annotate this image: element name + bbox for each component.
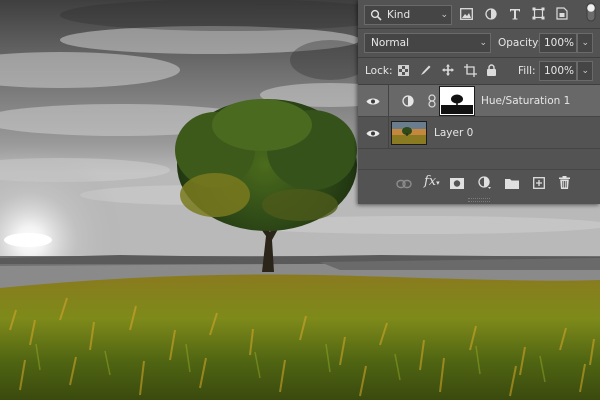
adjustment-layer-icon xyxy=(402,95,414,107)
lock-all-icon[interactable] xyxy=(486,64,497,76)
fill-slider-toggle[interactable]: ⌄ xyxy=(577,61,593,81)
search-icon xyxy=(370,9,382,21)
lock-artboard-icon[interactable] xyxy=(464,64,477,77)
add-mask-icon[interactable] xyxy=(450,178,464,189)
layer-row-layer-0[interactable]: Layer 0 xyxy=(358,117,600,149)
lock-transparent-pixels-icon[interactable] xyxy=(398,65,409,76)
fill-label: Fill: xyxy=(518,65,536,77)
fill-value: 100% xyxy=(544,65,575,77)
resize-grip[interactable] xyxy=(468,198,490,202)
filter-toggle-switch[interactable] xyxy=(582,0,600,26)
lock-image-pixels-icon[interactable] xyxy=(420,64,432,76)
mask-link-icon[interactable] xyxy=(428,94,436,108)
filter-shape-layers-icon[interactable] xyxy=(532,7,545,20)
blend-mode-dropdown[interactable]: Normal ⌄ xyxy=(364,33,491,53)
opacity-field[interactable]: 100% xyxy=(539,33,577,53)
filter-row: Kind ⌄ xyxy=(358,0,600,28)
opacity-label: Opacity: xyxy=(498,37,542,49)
blend-row: Normal ⌄ Opacity: 100% ⌄ xyxy=(358,29,600,57)
lock-position-icon[interactable] xyxy=(442,64,454,76)
chevron-down-icon: ⌄ xyxy=(581,38,589,48)
lock-label: Lock: xyxy=(365,65,393,77)
link-icon[interactable] xyxy=(396,179,412,189)
layer-name: Layer 0 xyxy=(434,127,474,139)
eye-icon xyxy=(366,98,380,105)
layer-row-hue-saturation[interactable]: Hue/Saturation 1 xyxy=(358,85,600,117)
delete-icon[interactable] xyxy=(559,176,570,189)
layers-panel: Kind ⌄ Normal ⌄ Opacity: 100% ⌄ Lock: Fi… xyxy=(358,0,600,204)
fx-icon[interactable]: fx▾ xyxy=(424,175,440,190)
eye-icon xyxy=(366,130,380,137)
layer-thumbnail[interactable] xyxy=(392,122,426,144)
opacity-value: 100% xyxy=(544,37,575,49)
filter-pixel-layers-icon[interactable] xyxy=(460,8,473,20)
visibility-toggle[interactable] xyxy=(358,85,389,117)
filter-adjustment-layers-icon[interactable] xyxy=(485,8,497,20)
visibility-toggle[interactable] xyxy=(358,117,389,149)
chevron-down-icon: ⌄ xyxy=(581,66,589,76)
fill-field[interactable]: 100% xyxy=(539,61,577,81)
blend-mode-label: Normal xyxy=(371,37,409,49)
chevron-down-icon: ⌄ xyxy=(440,10,448,20)
filter-kind-label: Kind xyxy=(387,9,411,21)
chevron-down-icon: ⌄ xyxy=(479,38,487,48)
layer-name: Hue/Saturation 1 xyxy=(481,95,571,107)
lock-row: Lock: Fill: 100% ⌄ xyxy=(358,58,600,84)
filter-kind-dropdown[interactable]: Kind ⌄ xyxy=(364,5,452,25)
layer-mask-thumbnail[interactable] xyxy=(440,87,474,115)
new-fill-adjustment-icon[interactable] xyxy=(478,176,492,190)
panel-footer: fx▾ xyxy=(358,170,600,196)
filter-type-layers-icon[interactable] xyxy=(509,8,521,20)
new-layer-icon[interactable] xyxy=(533,177,545,189)
layer-list: Hue/Saturation 1 Layer 0 xyxy=(358,85,600,165)
opacity-slider-toggle[interactable]: ⌄ xyxy=(577,33,593,53)
new-group-icon[interactable] xyxy=(505,178,519,189)
filter-smart-objects-icon[interactable] xyxy=(556,7,568,20)
